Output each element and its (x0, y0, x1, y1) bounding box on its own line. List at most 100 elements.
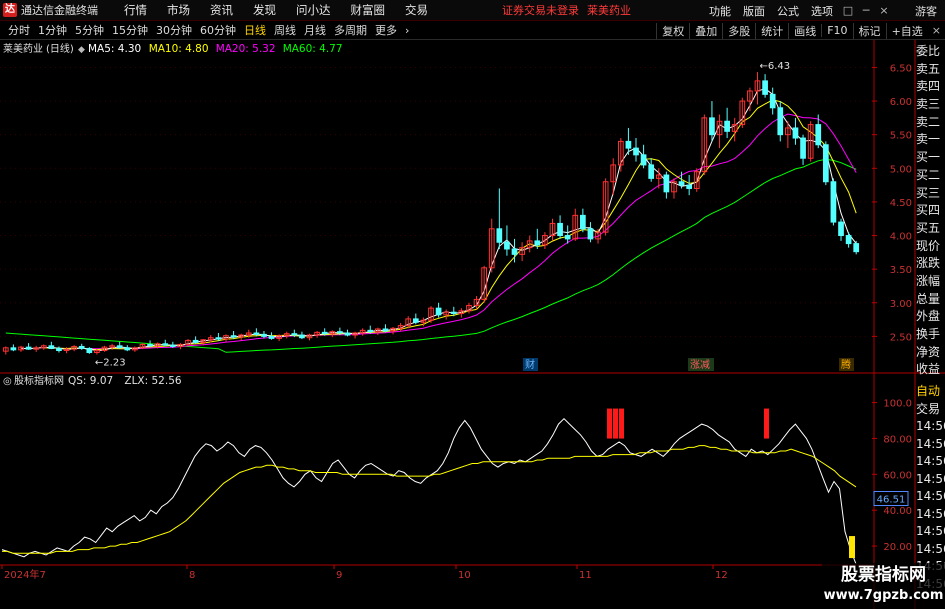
side-quote-field[interactable]: 卖二 (916, 114, 945, 132)
candle-down (124, 347, 131, 351)
period-monthly[interactable]: 月线 (300, 22, 330, 38)
legend-dropdown-icon: ◆ (78, 45, 85, 55)
legend-qs: QS: 9.07 (68, 375, 113, 387)
candle-down (162, 343, 169, 346)
period-5min[interactable]: 5分钟 (71, 22, 108, 38)
auto-trade-label[interactable]: 交易 (916, 401, 945, 419)
yellow-signal-bar (849, 536, 855, 559)
price-tick-label: 2.50 (890, 332, 912, 343)
candle-down (792, 127, 799, 139)
tool-mark-button[interactable]: 标记 (852, 22, 886, 39)
period-timeshare[interactable]: 分时 (4, 22, 34, 38)
candle-down (230, 335, 237, 338)
indicator-tick-label: 80.00 (883, 434, 912, 445)
candle-down (299, 334, 305, 339)
side-quote-field[interactable]: 换手 (916, 326, 945, 344)
period-30min[interactable]: 30分钟 (152, 22, 196, 38)
side-quote-field[interactable]: 卖五 (916, 61, 945, 79)
candle-down (56, 347, 62, 352)
minimize-icon[interactable]: ─ (857, 4, 875, 17)
price-tick-label: 3.00 (890, 299, 912, 310)
menu-item-layout[interactable]: 版面 (737, 3, 771, 19)
price-tick-label: 6.00 (890, 97, 912, 108)
tool-stats-button[interactable]: 统计 (755, 22, 788, 39)
side-quote-field[interactable]: 买二 (916, 167, 945, 185)
legend-ma60: MA60: 4.77 (283, 43, 343, 55)
restore-window-icon[interactable]: □ (839, 4, 857, 17)
candle-down (367, 329, 374, 333)
indicator-tick-label: 20.00 (883, 542, 912, 553)
current-value-label: 46.51 (877, 495, 906, 506)
close-icon[interactable]: × (875, 4, 893, 17)
price-tick-label: 5.00 (890, 164, 912, 175)
menu-item-trade[interactable]: 交易 (395, 2, 438, 18)
side-quote-field[interactable]: 现价 (916, 238, 945, 256)
month-label: 11 (579, 570, 592, 581)
candle-down (633, 147, 639, 156)
side-quote-field[interactable]: 收益 (916, 361, 945, 379)
period-toolbar: 分时 1分钟 5分钟 15分钟 30分钟 60分钟 日线 周线 月线 多周期 更… (0, 21, 945, 40)
side-quote-field[interactable]: 买一 (916, 149, 945, 167)
side-quote-field[interactable]: 总量 (916, 291, 945, 309)
period-multi[interactable]: 多周期 (330, 22, 371, 38)
tool-multi-stock-button[interactable]: 多股 (722, 22, 755, 39)
candle-down (557, 222, 563, 237)
candle-down (261, 333, 267, 337)
candle-down (678, 181, 685, 186)
trade-side-panel: 自动交易14:5614:5614:5614:5614:5614:5614:561… (916, 383, 945, 593)
period-1min[interactable]: 1分钟 (34, 22, 71, 38)
candle-down (640, 154, 647, 166)
auto-trade-label[interactable]: 自动 (916, 383, 945, 401)
stock-name-notice[interactable]: 莱美药业 (587, 2, 631, 18)
menu-item-function[interactable]: 功能 (703, 3, 737, 19)
tool-f10-button[interactable]: F10 (821, 24, 852, 37)
chart-close-icon[interactable]: × (928, 24, 945, 37)
signal-bars (607, 408, 855, 559)
guest-login-link[interactable]: 游客 (915, 3, 937, 19)
side-quote-field[interactable]: 买三 (916, 185, 945, 203)
side-quote-field[interactable]: 委比 (916, 43, 945, 61)
side-quote-field[interactable]: 外盘 (916, 308, 945, 326)
indicator-zlx-line (2, 445, 857, 554)
tool-overlay-button[interactable]: 叠加 (689, 22, 722, 39)
side-quote-field[interactable]: 买五 (916, 220, 945, 238)
side-quote-field[interactable]: 卖三 (916, 96, 945, 114)
tick-time-label: 14:56 (916, 541, 945, 556)
tool-add-watchlist-button[interactable]: +自选 (885, 22, 928, 39)
period-daily[interactable]: 日线 (240, 22, 270, 38)
candle-down (769, 93, 776, 109)
menu-item-formula[interactable]: 公式 (771, 3, 805, 19)
menu-item-news[interactable]: 资讯 (200, 2, 243, 18)
low-price-label: ←2.23 (95, 358, 126, 369)
side-quote-field[interactable]: 买四 (916, 202, 945, 220)
candle-down (838, 221, 844, 237)
period-60min[interactable]: 60分钟 (196, 22, 240, 38)
login-status-notice[interactable]: 证券交易未登录 (502, 2, 579, 18)
side-quote-field[interactable]: 卖一 (916, 131, 945, 149)
candle-down (450, 311, 457, 315)
period-15min[interactable]: 15分钟 (108, 22, 152, 38)
tick-time-label: 14:56 (916, 524, 945, 538)
stock-chart[interactable]: 莱美药业 (日线) ◆ MA5: 4.30 MA10: 4.80 MA20: 5.32… (0, 40, 945, 609)
side-quote-field[interactable]: 净资 (916, 344, 945, 362)
side-quote-field[interactable]: 涨跌 (916, 255, 945, 273)
tick-time-label: 14:56 (916, 454, 945, 468)
tool-draw-button[interactable]: 画线 (788, 22, 821, 39)
menu-item-quotes[interactable]: 行情 (114, 2, 157, 18)
menu-item-wealth-circle[interactable]: 财富圈 (341, 2, 396, 18)
period-weekly[interactable]: 周线 (270, 22, 300, 38)
chart-tools: 复权 叠加 多股 统计 画线 F10 标记 +自选 × (656, 21, 945, 40)
ma20-line (89, 113, 857, 350)
side-quote-field[interactable]: 卖四 (916, 78, 945, 96)
chevron-right-icon[interactable]: › (401, 24, 413, 37)
side-quote-field[interactable]: 涨幅 (916, 273, 945, 291)
period-more[interactable]: 更多 (371, 22, 401, 38)
tool-adjust-button[interactable]: 复权 (656, 22, 689, 39)
candle-down (587, 228, 594, 240)
menu-item-market[interactable]: 市场 (157, 2, 200, 18)
candle-down (48, 345, 55, 349)
menu-item-options[interactable]: 选项 (805, 3, 839, 19)
menu-item-discover[interactable]: 发现 (243, 2, 286, 18)
menu-item-ask[interactable]: 问小达 (286, 2, 341, 18)
candle-down (686, 184, 693, 189)
